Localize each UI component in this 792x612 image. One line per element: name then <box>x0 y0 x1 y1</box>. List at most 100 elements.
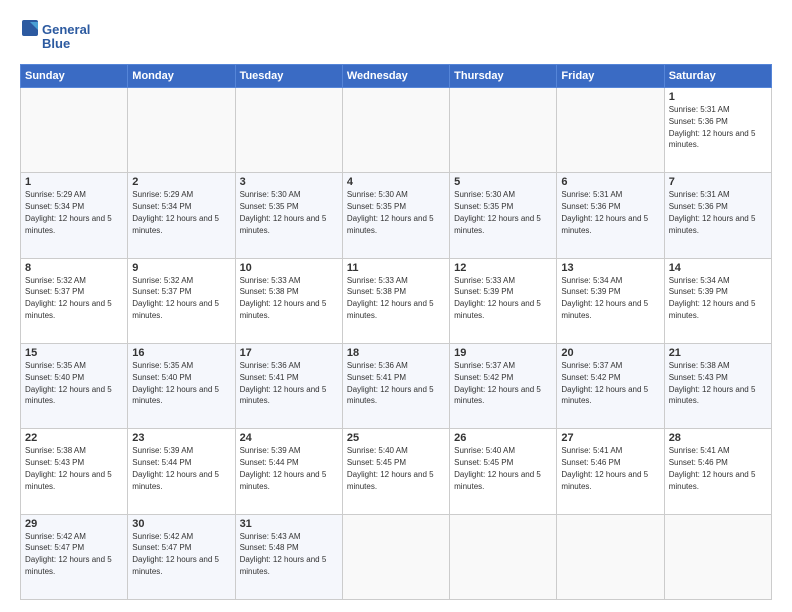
cell-info: Sunrise: 5:30 AMSunset: 5:35 PMDaylight:… <box>347 190 434 234</box>
col-header-sunday: Sunday <box>21 65 128 88</box>
calendar-cell: 27 Sunrise: 5:41 AMSunset: 5:46 PMDayligh… <box>557 429 664 514</box>
calendar-cell: 25 Sunrise: 5:40 AMSunset: 5:45 PMDayligh… <box>342 429 449 514</box>
cell-info: Sunrise: 5:38 AMSunset: 5:43 PMDaylight:… <box>25 446 112 490</box>
calendar-cell: 31Sunrise: 5:43 AMSunset: 5:48 PMDayligh… <box>235 514 342 599</box>
day-number: 31 <box>240 518 338 530</box>
calendar-cell <box>128 88 235 173</box>
calendar-cell: 12 Sunrise: 5:33 AMSunset: 5:39 PMDayligh… <box>450 258 557 343</box>
calendar-cell: 22 Sunrise: 5:38 AMSunset: 5:43 PMDayligh… <box>21 429 128 514</box>
calendar-cell: 15 Sunrise: 5:35 AMSunset: 5:40 PMDayligh… <box>21 343 128 428</box>
cell-info: Sunrise: 5:41 AMSunset: 5:46 PMDaylight:… <box>561 446 648 490</box>
day-number: 25 <box>347 432 445 444</box>
calendar-cell: 10Sunrise: 5:33 AMSunset: 5:38 PMDayligh… <box>235 258 342 343</box>
calendar-cell: 17 Sunrise: 5:36 AMSunset: 5:41 PMDayligh… <box>235 343 342 428</box>
calendar-cell <box>450 514 557 599</box>
calendar-table: SundayMondayTuesdayWednesdayThursdayFrid… <box>20 64 772 600</box>
day-number: 15 <box>25 347 123 359</box>
calendar-cell <box>557 514 664 599</box>
cell-info: Sunrise: 5:33 AMSunset: 5:38 PMDaylight:… <box>240 276 327 320</box>
calendar-cell: 18Sunrise: 5:36 AMSunset: 5:41 PMDayligh… <box>342 343 449 428</box>
calendar-cell <box>450 88 557 173</box>
calendar-cell: 1 Sunrise: 5:31 AMSunset: 5:36 PMDaylight… <box>664 88 771 173</box>
day-number: 17 <box>240 347 338 359</box>
day-number: 24 <box>240 432 338 444</box>
cell-info: Sunrise: 5:42 AMSunset: 5:47 PMDaylight:… <box>25 532 112 576</box>
calendar-cell: 2Sunrise: 5:29 AMSunset: 5:34 PMDaylight… <box>128 173 235 258</box>
day-number: 16 <box>132 347 230 359</box>
cell-info: Sunrise: 5:30 AMSunset: 5:35 PMDaylight:… <box>454 190 541 234</box>
cell-info: Sunrise: 5:38 AMSunset: 5:43 PMDaylight:… <box>669 361 756 405</box>
calendar-cell <box>342 514 449 599</box>
calendar-cell: 23 Sunrise: 5:39 AMSunset: 5:44 PMDayligh… <box>128 429 235 514</box>
day-number: 14 <box>669 262 767 274</box>
calendar-week-4: 22 Sunrise: 5:38 AMSunset: 5:43 PMDayligh… <box>21 429 772 514</box>
cell-info: Sunrise: 5:39 AMSunset: 5:44 PMDaylight:… <box>132 446 219 490</box>
logo: General Blue <box>20 18 110 56</box>
page: General Blue SundayMondayTuesdayWednesda… <box>0 0 792 612</box>
day-number: 19 <box>454 347 552 359</box>
header: General Blue <box>20 18 772 56</box>
day-number: 7 <box>669 176 767 188</box>
cell-info: Sunrise: 5:30 AMSunset: 5:35 PMDaylight:… <box>240 190 327 234</box>
cell-info: Sunrise: 5:33 AMSunset: 5:38 PMDaylight:… <box>347 276 434 320</box>
day-number: 23 <box>132 432 230 444</box>
day-number: 1 <box>669 91 767 103</box>
cell-info: Sunrise: 5:32 AMSunset: 5:37 PMDaylight:… <box>25 276 112 320</box>
day-number: 18 <box>347 347 445 359</box>
calendar-cell: 6 Sunrise: 5:31 AMSunset: 5:36 PMDaylight… <box>557 173 664 258</box>
cell-info: Sunrise: 5:42 AMSunset: 5:47 PMDaylight:… <box>132 532 219 576</box>
calendar-cell <box>557 88 664 173</box>
calendar-cell: 9 Sunrise: 5:32 AMSunset: 5:37 PMDaylight… <box>128 258 235 343</box>
calendar-cell: 28 Sunrise: 5:41 AMSunset: 5:46 PMDayligh… <box>664 429 771 514</box>
cell-info: Sunrise: 5:34 AMSunset: 5:39 PMDaylight:… <box>561 276 648 320</box>
svg-text:General: General <box>42 22 90 37</box>
cell-info: Sunrise: 5:35 AMSunset: 5:40 PMDaylight:… <box>25 361 112 405</box>
calendar-cell <box>342 88 449 173</box>
day-number: 29 <box>25 518 123 530</box>
cell-info: Sunrise: 5:36 AMSunset: 5:41 PMDaylight:… <box>240 361 327 405</box>
col-header-wednesday: Wednesday <box>342 65 449 88</box>
day-number: 8 <box>25 262 123 274</box>
col-header-thursday: Thursday <box>450 65 557 88</box>
calendar-week-2: 8 Sunrise: 5:32 AMSunset: 5:37 PMDaylight… <box>21 258 772 343</box>
calendar-week-0: 1 Sunrise: 5:31 AMSunset: 5:36 PMDaylight… <box>21 88 772 173</box>
cell-info: Sunrise: 5:32 AMSunset: 5:37 PMDaylight:… <box>132 276 219 320</box>
day-number: 9 <box>132 262 230 274</box>
day-number: 1 <box>25 176 123 188</box>
day-number: 27 <box>561 432 659 444</box>
calendar-cell <box>21 88 128 173</box>
calendar-cell: 16 Sunrise: 5:35 AMSunset: 5:40 PMDayligh… <box>128 343 235 428</box>
day-number: 26 <box>454 432 552 444</box>
day-number: 4 <box>347 176 445 188</box>
calendar-cell: 24Sunrise: 5:39 AMSunset: 5:44 PMDayligh… <box>235 429 342 514</box>
calendar-cell: 7 Sunrise: 5:31 AMSunset: 5:36 PMDaylight… <box>664 173 771 258</box>
calendar-cell: 29 Sunrise: 5:42 AMSunset: 5:47 PMDayligh… <box>21 514 128 599</box>
calendar-cell: 1Sunrise: 5:29 AMSunset: 5:34 PMDaylight… <box>21 173 128 258</box>
day-number: 6 <box>561 176 659 188</box>
calendar-cell: 20Sunrise: 5:37 AMSunset: 5:42 PMDayligh… <box>557 343 664 428</box>
calendar-cell: 4 Sunrise: 5:30 AMSunset: 5:35 PMDaylight… <box>342 173 449 258</box>
cell-info: Sunrise: 5:31 AMSunset: 5:36 PMDaylight:… <box>669 105 756 149</box>
cell-info: Sunrise: 5:37 AMSunset: 5:42 PMDaylight:… <box>454 361 541 405</box>
calendar-week-1: 1Sunrise: 5:29 AMSunset: 5:34 PMDaylight… <box>21 173 772 258</box>
calendar-cell: 19 Sunrise: 5:37 AMSunset: 5:42 PMDayligh… <box>450 343 557 428</box>
cell-info: Sunrise: 5:41 AMSunset: 5:46 PMDaylight:… <box>669 446 756 490</box>
col-header-tuesday: Tuesday <box>235 65 342 88</box>
calendar-cell: 11Sunrise: 5:33 AMSunset: 5:38 PMDayligh… <box>342 258 449 343</box>
cell-info: Sunrise: 5:31 AMSunset: 5:36 PMDaylight:… <box>561 190 648 234</box>
day-number: 22 <box>25 432 123 444</box>
cell-info: Sunrise: 5:31 AMSunset: 5:36 PMDaylight:… <box>669 190 756 234</box>
calendar-cell: 3Sunrise: 5:30 AMSunset: 5:35 PMDaylight… <box>235 173 342 258</box>
calendar-cell: 26Sunrise: 5:40 AMSunset: 5:45 PMDayligh… <box>450 429 557 514</box>
cell-info: Sunrise: 5:34 AMSunset: 5:39 PMDaylight:… <box>669 276 756 320</box>
day-number: 13 <box>561 262 659 274</box>
day-number: 12 <box>454 262 552 274</box>
cell-info: Sunrise: 5:40 AMSunset: 5:45 PMDaylight:… <box>347 446 434 490</box>
col-header-monday: Monday <box>128 65 235 88</box>
day-number: 30 <box>132 518 230 530</box>
cell-info: Sunrise: 5:35 AMSunset: 5:40 PMDaylight:… <box>132 361 219 405</box>
day-number: 28 <box>669 432 767 444</box>
col-header-saturday: Saturday <box>664 65 771 88</box>
calendar-cell <box>235 88 342 173</box>
cell-info: Sunrise: 5:33 AMSunset: 5:39 PMDaylight:… <box>454 276 541 320</box>
